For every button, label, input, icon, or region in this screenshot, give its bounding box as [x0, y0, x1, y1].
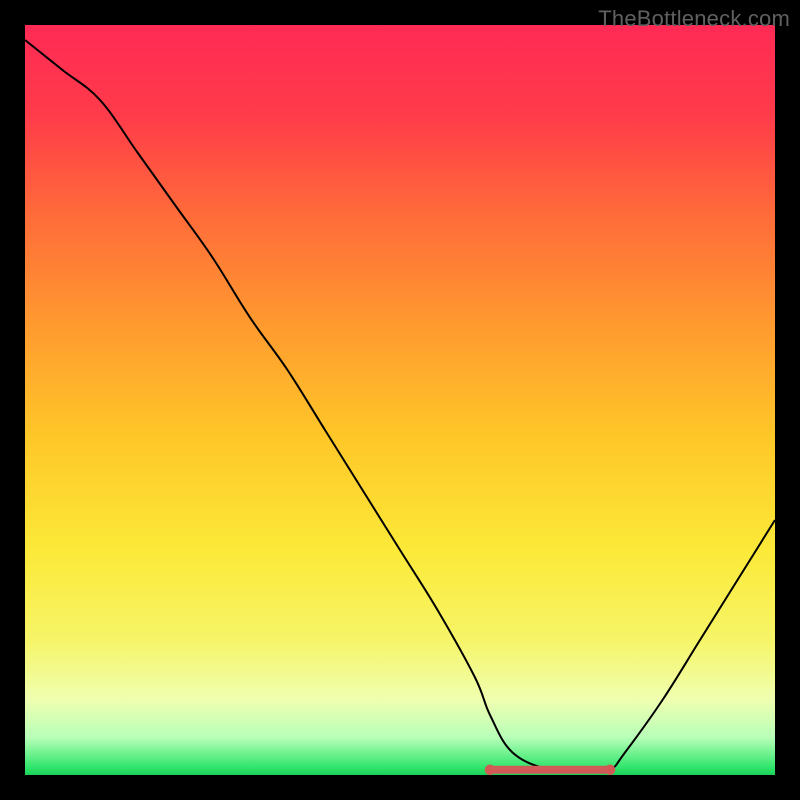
highlight-endpoint-right	[605, 765, 616, 775]
chart-plot-area	[25, 25, 775, 775]
chart-curve-layer	[25, 25, 775, 775]
page-root: TheBottleneck.com	[0, 0, 800, 800]
watermark-text: TheBottleneck.com	[598, 6, 790, 32]
bottleneck-curve-path	[25, 40, 775, 771]
highlight-endpoint-left	[485, 765, 496, 775]
